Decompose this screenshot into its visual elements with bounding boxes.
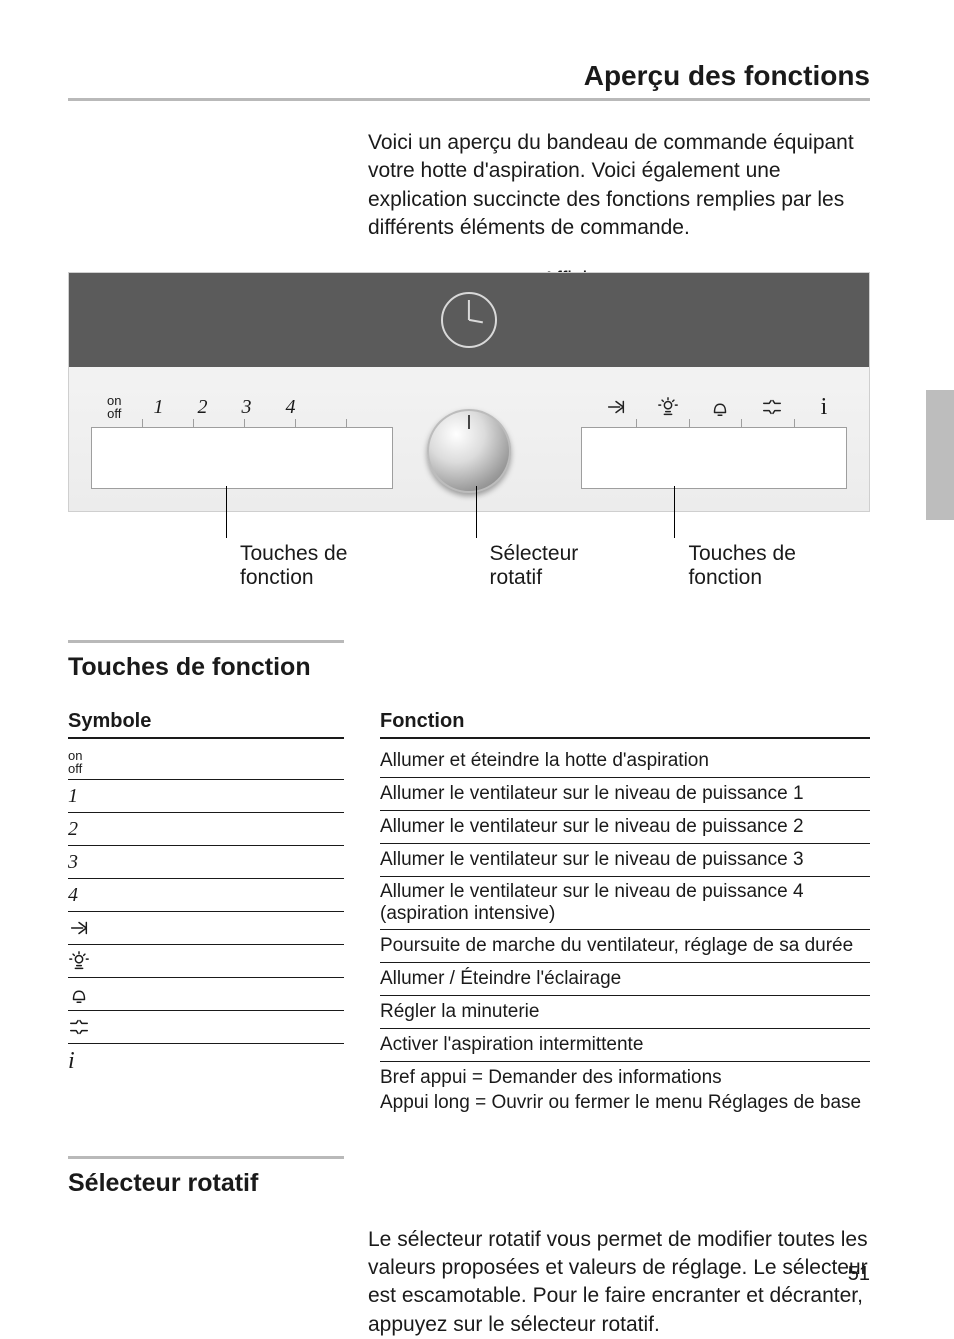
sym-runon: [68, 912, 344, 945]
clock-icon: [441, 292, 497, 348]
page-number: 51: [848, 1263, 870, 1286]
section-divider-2: [68, 1156, 344, 1159]
rotary-knob-wrap: [427, 365, 511, 449]
sym-3: 3: [68, 846, 344, 879]
sym-1: 1: [68, 780, 344, 813]
light-icon: [657, 396, 679, 418]
sym-2: 2: [68, 813, 344, 846]
fn-runon: Poursuite de marche du ventilateur, régl…: [380, 930, 870, 963]
fn-timer: Régler la minuterie: [380, 996, 870, 1029]
col-head-symbole: Symbole: [68, 710, 344, 739]
key-3: 3: [239, 396, 253, 419]
page-title: Aperçu des fonctions: [68, 60, 870, 92]
rotary-knob: [427, 409, 511, 493]
callout-right-label: Touches de fonction: [688, 542, 795, 589]
light-icon: [68, 950, 90, 972]
col-fonction: Fonction Allumer et éteindre la hotte d'…: [380, 710, 870, 1119]
tick-row-left: [91, 419, 391, 427]
control-panel: on off 1 2 3 4 i: [68, 272, 870, 512]
key-cluster-left: on off 1 2 3 4: [107, 394, 297, 420]
function-list: Allumer et éteindre la hotte d'aspiratio…: [380, 745, 870, 1119]
runon-icon: [68, 917, 90, 939]
intermittent-icon: [761, 396, 783, 418]
fn-intermittent: Activer l'aspiration intermittente: [380, 1029, 870, 1062]
callouts-bottom: Touches de fonction Sélecteur rotatif To…: [68, 522, 870, 590]
callout-center-label: Sélecteur rotatif: [490, 542, 579, 589]
symbole-list: onoff 1 2 3 4 i: [68, 745, 344, 1079]
fn-info-line2: Appui long = Ouvrir ou fermer le menu Ré…: [380, 1092, 861, 1113]
control-panel-figure: Affichage on off 1 2 3 4: [68, 272, 870, 590]
callout-right: Touches de fonction: [688, 522, 870, 590]
fn-1: Allumer le ventilateur sur le niveau de …: [380, 778, 870, 811]
sym-light: [68, 945, 344, 978]
display-band: [69, 273, 869, 367]
touch-zone-left: [91, 427, 393, 489]
sym-4: 4: [68, 879, 344, 912]
key-1: 1: [151, 396, 165, 419]
timer-bell-icon: [709, 396, 731, 418]
sym-onoff: onoff: [68, 745, 344, 780]
fn-info-line1: Bref appui = Demander des informations: [380, 1067, 722, 1088]
intro-text: Voici un aperçu du bandeau de commande é…: [368, 129, 870, 242]
callout-left-label: Touches de fonction: [240, 542, 347, 589]
key-cluster-right: i: [605, 394, 835, 421]
fn-4: Allumer le ventilateur sur le niveau de …: [380, 877, 870, 930]
functions-table: Symbole onoff 1 2 3 4: [68, 710, 870, 1119]
sym-timer: [68, 978, 344, 1011]
onoff-key: on off: [107, 394, 121, 420]
rotary-body: Le sélecteur rotatif vous permet de modi…: [368, 1226, 870, 1339]
intermittent-icon: [68, 1016, 90, 1038]
touch-zone-right: [581, 427, 847, 489]
manual-page: Aperçu des fonctions Voici un aperçu du …: [0, 0, 954, 1326]
sym-info: i: [68, 1044, 344, 1079]
runon-icon: [605, 396, 627, 418]
fn-3: Allumer le ventilateur sur le niveau de …: [380, 844, 870, 877]
fn-2: Allumer le ventilateur sur le niveau de …: [380, 811, 870, 844]
tick-row-right: [583, 419, 847, 427]
timer-bell-icon: [68, 983, 90, 1005]
fn-light: Allumer / Éteindre l'éclairage: [380, 963, 870, 996]
section-heading-functions: Touches de fonction: [68, 653, 870, 682]
section-heading-rotary: Sélecteur rotatif: [68, 1169, 870, 1198]
fn-onoff: Allumer et éteindre la hotte d'aspiratio…: [380, 745, 870, 778]
callout-center: Sélecteur rotatif: [490, 522, 633, 590]
section-divider-1: [68, 640, 344, 643]
key-2: 2: [195, 396, 209, 419]
callout-left: Touches de fonction: [240, 522, 422, 590]
col-symbole: Symbole onoff 1 2 3 4: [68, 710, 344, 1119]
key-4: 4: [283, 396, 297, 419]
header-rule: [68, 98, 870, 101]
col-head-fonction: Fonction: [380, 710, 870, 739]
thumb-index-tab: [926, 390, 954, 520]
fn-info: Bref appui = Demander des informations A…: [380, 1062, 870, 1119]
info-icon: i: [813, 394, 835, 421]
sym-intermittent: [68, 1011, 344, 1044]
